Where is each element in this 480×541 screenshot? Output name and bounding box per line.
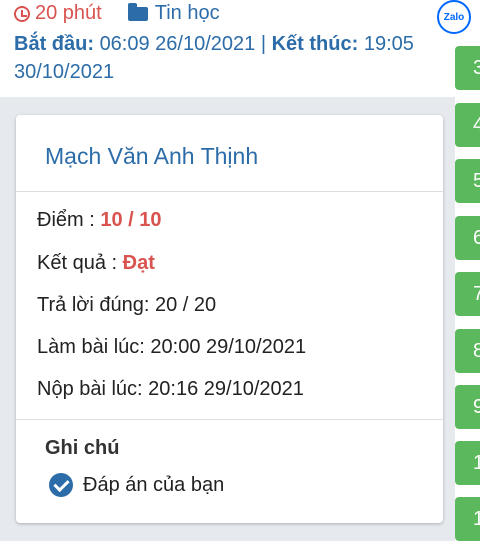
question-nav-number: 4	[473, 114, 480, 136]
divider	[16, 191, 443, 192]
clock-icon	[14, 5, 30, 22]
duration-text: 20 phút	[35, 2, 102, 24]
score-value: 10 / 10	[100, 209, 162, 231]
question-nav-number: 8	[473, 340, 480, 362]
correct-answers-text: Trả lời đúng: 20 / 20	[37, 294, 217, 316]
question-nav-number: 5	[473, 170, 480, 192]
question-nav-number: 6	[473, 227, 480, 249]
question-nav-number: 3	[473, 57, 480, 79]
score-label: Điểm :	[37, 209, 95, 231]
zalo-icon[interactable]: Zalo	[437, 0, 471, 34]
subject-label: Tin học	[127, 2, 220, 25]
legend-your-answer: Đáp án của bạn	[49, 473, 224, 497]
folder-icon	[127, 2, 148, 21]
question-nav-button[interactable]: 5	[455, 159, 480, 203]
score-row: Điểm : 10 / 10	[37, 209, 162, 232]
question-nav-button[interactable]: 9	[455, 385, 480, 429]
zalo-label: Zalo	[443, 11, 465, 23]
check-circle-icon	[49, 473, 73, 497]
result-row: Kết quả : Đạt	[37, 252, 155, 275]
result-value: Đạt	[122, 252, 155, 274]
question-nav-button[interactable]: 7	[455, 272, 480, 316]
question-nav-button[interactable]: 4	[455, 103, 480, 147]
note-title: Ghi chú	[45, 437, 120, 459]
exam-info-header: 20 phút Tin học Bắt đầu: 06:09 26/10/202…	[0, 0, 455, 97]
exam-time-range: Bắt đầu: 06:09 26/10/2021 | Kết thúc: 19…	[14, 30, 434, 86]
end-label: Kết thúc:	[271, 33, 359, 55]
result-card: Mạch Văn Anh Thịnh Điểm : 10 / 10 Kết qu…	[16, 115, 443, 523]
start-value: 06:09 26/10/2021	[99, 33, 256, 55]
legend-text: Đáp án của bạn	[83, 473, 225, 496]
question-nav-button[interactable]: 3	[455, 46, 480, 90]
question-nav-button[interactable]: 11	[455, 497, 480, 541]
student-name: Mạch Văn Anh Thịnh	[45, 143, 259, 169]
question-nav-number: 9	[473, 396, 480, 418]
start-label: Bắt đầu:	[14, 33, 94, 55]
result-label: Kết quả :	[37, 252, 118, 274]
question-nav-button[interactable]: 8	[455, 329, 480, 373]
question-nav-number: 10	[473, 452, 480, 474]
divider	[16, 419, 443, 420]
subject-text: Tin học	[154, 2, 220, 24]
question-nav-button[interactable]: 6	[455, 216, 480, 260]
question-nav-button[interactable]: 10	[455, 441, 480, 485]
question-nav-number: 11	[473, 508, 480, 530]
submitted-at-text: Nộp bài lúc: 20:16 29/10/2021	[37, 378, 304, 400]
exam-meta-line: 20 phút Tin học	[14, 2, 220, 25]
question-nav-number: 7	[473, 283, 480, 305]
time-separator: |	[260, 33, 267, 55]
started-at-text: Làm bài lúc: 20:00 29/10/2021	[37, 336, 307, 358]
